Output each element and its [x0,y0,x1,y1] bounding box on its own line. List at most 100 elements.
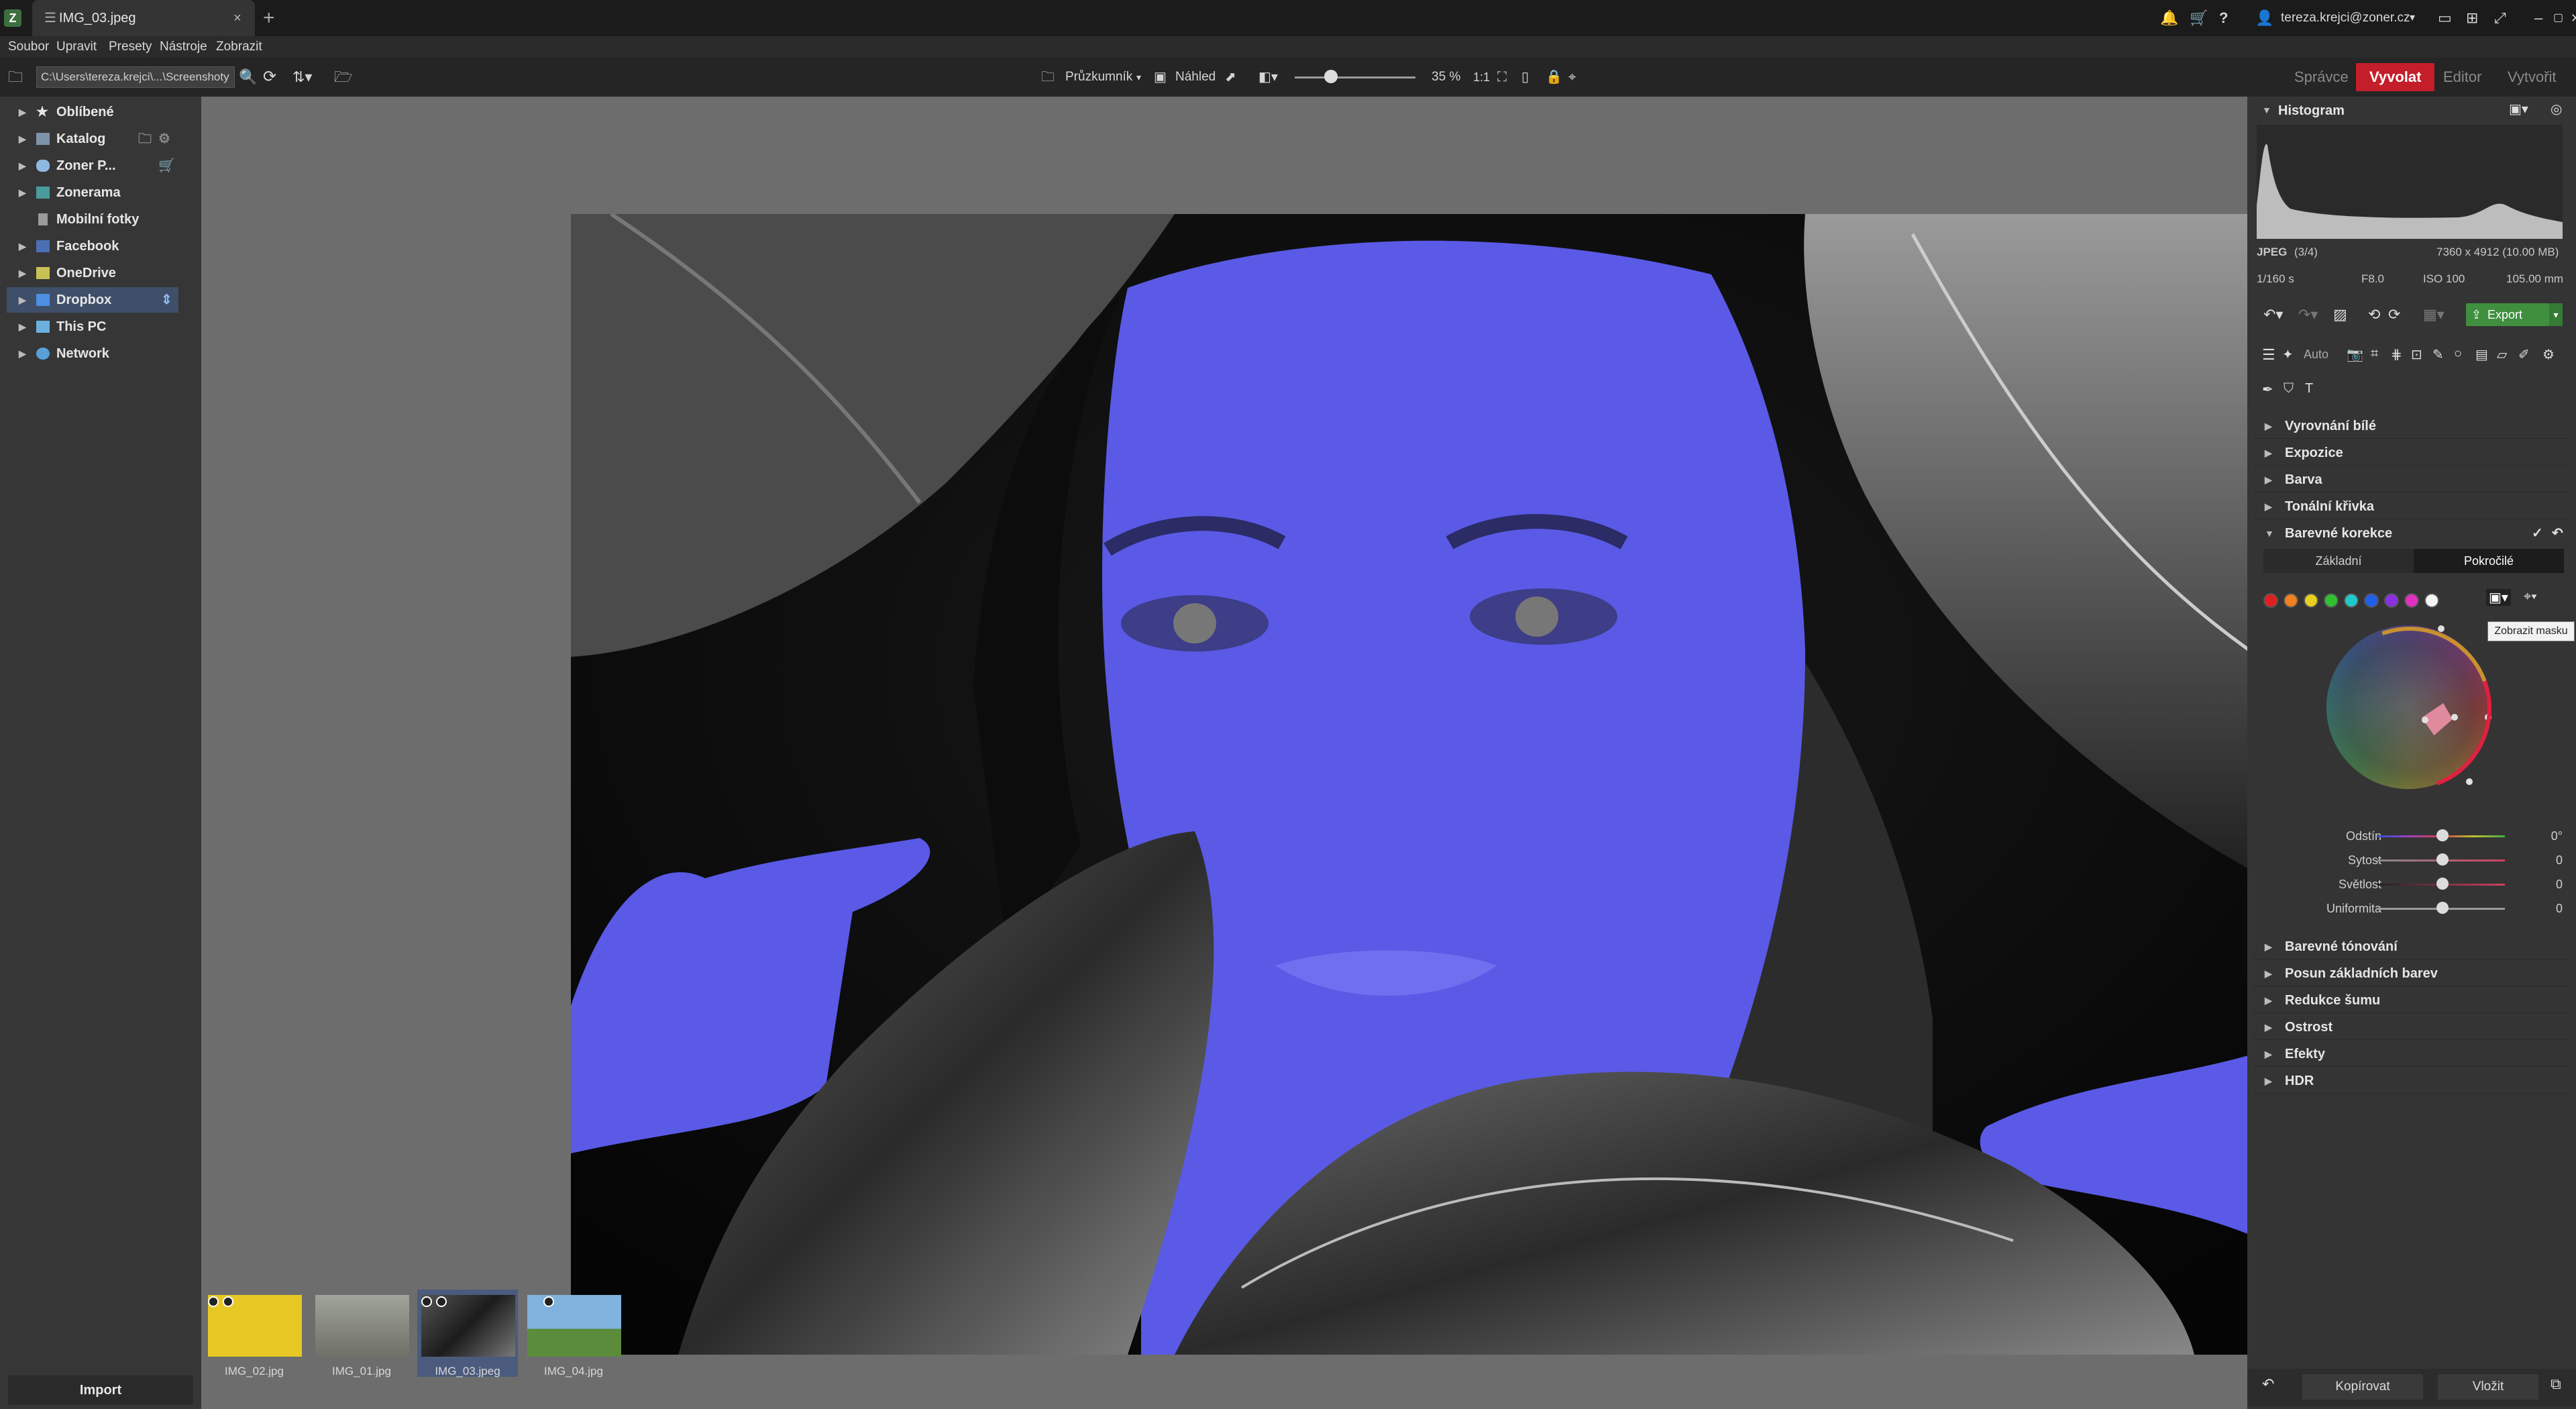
thumbnail[interactable]: IMG_01.jpg [311,1290,412,1377]
explorer-button[interactable]: Průzkumník [1065,58,1132,97]
zoom-1-1-icon[interactable]: 1:1 [1473,58,1490,97]
auto-label[interactable]: Auto [2304,348,2328,362]
crop-icon[interactable]: ⌗ [2371,346,2378,362]
filter-brush-icon[interactable]: ✎ [2432,346,2444,363]
adjustments-icon[interactable]: ☰ [2262,346,2275,364]
swatch-orange[interactable] [2284,593,2298,608]
section-noise-reduction[interactable]: ▶ Redukce šumu [2254,988,2569,1013]
slider-hue[interactable]: Odstín 0° [2247,824,2576,848]
photo-viewer[interactable] [201,97,2279,1396]
expand-icon[interactable]: ▶ [19,314,26,340]
cart-icon[interactable]: 🛒 [158,153,175,178]
level-icon[interactable]: ⊡ [2411,346,2422,363]
compare-icon[interactable]: ◧▾ [1258,58,1278,97]
histogram-options-icon[interactable]: ▣▾ [2509,101,2528,117]
new-tab-button[interactable]: + [263,0,275,36]
nav-dropbox[interactable]: ▶ Dropbox ⇕ [7,287,178,313]
zoom-slider[interactable] [1295,76,1415,79]
slider-saturation[interactable]: Sytost 0 [2247,848,2576,872]
section-sharpness[interactable]: ▶ Ostrost [2254,1014,2569,1040]
nav-facebook[interactable]: ▶ Facebook [7,233,178,259]
pan-icon[interactable]: ⌖ [1568,58,1576,97]
section-color-toning[interactable]: ▶ Barevné tónování [2254,934,2569,959]
menu-file[interactable]: Soubor [8,36,49,58]
section-effects[interactable]: ▶ Efekty [2254,1041,2569,1067]
slider-handle[interactable] [2436,902,2449,914]
slider-value[interactable]: 0 [2517,896,2563,921]
text-icon[interactable]: T [2305,381,2313,397]
image-icon[interactable]: ▨ [2333,306,2347,323]
help-icon[interactable]: ? [2219,0,2228,36]
nav-favorites[interactable]: ▶ ★ Oblíbené [7,99,178,125]
handle[interactable] [2466,778,2473,785]
settings-icon[interactable]: ⚙ [2542,346,2555,363]
paste-settings-button[interactable]: Vložit [2438,1374,2538,1400]
section-hdr[interactable]: ▶ HDR [2254,1068,2569,1094]
cart-icon[interactable]: 🛒 [2190,0,2208,36]
rotate-right-icon[interactable]: ⟳ [2388,306,2400,323]
slider-value[interactable]: 0 [2517,848,2563,872]
layout-icon[interactable]: ⊞ [2466,0,2478,36]
slider-handle[interactable] [2436,853,2449,866]
section-primary-color-shift[interactable]: ▶ Posun základních barev [2254,961,2569,986]
tab-basic[interactable]: Základní [2263,549,2414,573]
thumbnail-selected[interactable]: IMG_03.jpeg [417,1290,518,1377]
presets-icon[interactable]: ▦▾ [2423,306,2445,323]
user-account[interactable]: tereza.krejci@zoner.cz [2281,0,2410,36]
fullscreen-icon[interactable]: ⤢ [2494,0,2506,36]
slider-uniformity[interactable]: Uniformita 0 [2247,896,2576,921]
chevron-down-icon[interactable]: ▾ [1136,58,1141,97]
nav-this-pc[interactable]: ▶ This PC [7,314,178,340]
redo-icon[interactable]: ↷▾ [2298,306,2318,323]
folder-add-icon[interactable]: 🗀 [138,126,152,152]
fit-icon[interactable]: ⛶ [1497,58,1507,97]
slider-handle[interactable] [2436,878,2449,890]
stamp-icon[interactable]: ⛉ [2284,381,2294,397]
thumbnail[interactable]: IMG_04.jpg [523,1290,624,1377]
expand-icon[interactable]: ▶ [19,99,26,125]
search-icon[interactable]: 🔍 [239,58,257,97]
nav-mobile-photos[interactable]: Mobilní fotky [7,207,178,232]
collapse-icon[interactable]: ▼ [2262,105,2271,115]
swatch-blue[interactable] [2364,593,2379,608]
copy-settings-button[interactable]: Kopírovat [2302,1374,2423,1400]
sort-icon[interactable]: ⇅▾ [292,58,312,97]
pen-icon[interactable]: ✒ [2262,381,2273,398]
checkmark-icon[interactable]: ✓ [2532,521,2543,546]
fill-icon[interactable]: ▯ [1521,58,1529,97]
swatch-magenta[interactable] [2404,593,2419,608]
maximize-button[interactable]: ▢ [2553,0,2563,36]
nav-onedrive[interactable]: ▶ OneDrive [7,260,178,286]
thumbnail[interactable]: IMG_02.jpg [204,1290,305,1377]
camera-icon[interactable]: 📷 [2347,346,2363,363]
section-tone-curve[interactable]: ▶ Tonální křivka [2254,494,2569,519]
swatch-cyan[interactable] [2344,593,2359,608]
section-white-balance[interactable]: ▶ Vyrovnání bílé [2254,413,2569,439]
expand-icon[interactable]: ▶ [19,260,26,286]
zoom-slider-handle[interactable] [1324,70,1338,83]
expand-icon[interactable]: ▶ [19,126,26,152]
export-dropdown[interactable]: ▾ [2549,303,2563,326]
swatch-red[interactable] [2263,593,2278,608]
gear-icon[interactable]: ⚙ [158,126,170,152]
show-mask-icon[interactable]: ▣▾ [2486,589,2511,606]
swatch-purple[interactable] [2384,593,2399,608]
export-button[interactable]: ⇪ Export [2466,303,2549,326]
reset-icon[interactable]: ↶ [2552,521,2563,546]
slider-value[interactable]: 0° [2517,824,2563,848]
radial-icon[interactable]: ○ [2454,346,2462,362]
undo-icon[interactable]: ↶▾ [2263,306,2283,323]
section-color[interactable]: ▶ Barva [2254,467,2569,492]
nav-zonerama[interactable]: ▶ Zonerama [7,180,178,205]
import-button[interactable]: Import [8,1375,193,1405]
swatch-white[interactable] [2424,593,2439,608]
section-exposure[interactable]: ▶ Expozice [2254,440,2569,466]
slider-lightness[interactable]: Světlost 0 [2247,872,2576,896]
perspective-icon[interactable]: ⋕ [2391,346,2402,363]
nav-network[interactable]: ▶ Network [7,341,178,366]
reset-icon[interactable]: ↶ [2262,1375,2274,1393]
swatch-yellow[interactable] [2304,593,2318,608]
eraser-icon[interactable]: ▱ [2497,346,2507,363]
tab-advanced[interactable]: Pokročilé [2414,549,2564,573]
photo-preview[interactable] [571,214,2279,1355]
